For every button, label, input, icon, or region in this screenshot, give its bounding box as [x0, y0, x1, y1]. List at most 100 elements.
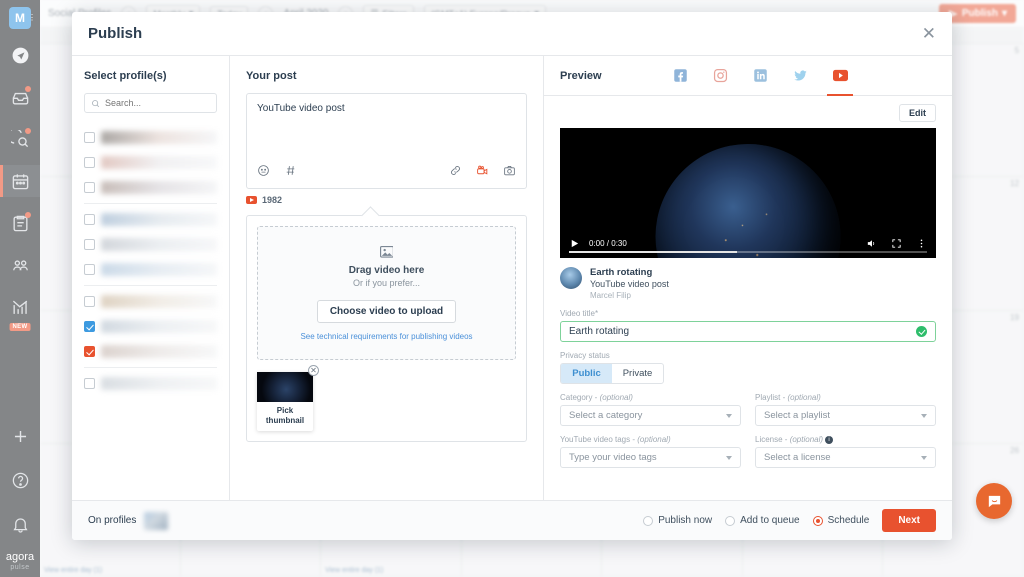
select-profiles-heading: Select profile(s): [84, 70, 167, 82]
preview-tab-instagram[interactable]: [700, 56, 740, 96]
facebook-icon: [673, 69, 687, 82]
privacy-status-field: Privacy status Public Private: [560, 351, 936, 384]
chevron-down-icon: [921, 413, 927, 418]
profile-name-redacted: [101, 131, 217, 144]
chevron-down-icon: [921, 455, 927, 460]
youtube-icon: [832, 69, 848, 82]
radio-publish-now[interactable]: [643, 515, 654, 526]
emoji-icon[interactable]: [257, 164, 270, 182]
radio-add-to-queue[interactable]: [725, 515, 736, 526]
selected-profile-avatars[interactable]: [144, 511, 169, 530]
char-count-value: 1982: [262, 195, 283, 205]
privacy-option-private[interactable]: Private: [612, 364, 663, 383]
profile-name-redacted: [101, 156, 217, 169]
profile-checkbox[interactable]: [84, 346, 95, 357]
video-title-preview: Earth rotating: [590, 267, 653, 278]
tags-optional: (optional): [637, 435, 671, 444]
license-placeholder: Select a license: [764, 452, 831, 463]
profile-list-item[interactable]: [84, 150, 217, 175]
category-field: Category - (optional) Select a category: [560, 393, 741, 426]
profile-checkbox[interactable]: [84, 378, 95, 389]
choose-video-button[interactable]: Choose video to upload: [316, 300, 457, 323]
profile-checkbox[interactable]: [84, 239, 95, 250]
preview-tab-facebook[interactable]: [660, 56, 700, 96]
edit-button[interactable]: Edit: [899, 104, 936, 122]
profile-search[interactable]: [84, 93, 217, 113]
tech-requirements-link[interactable]: See technical requirements for publishin…: [268, 332, 505, 341]
publish-now-option[interactable]: Publish now: [643, 515, 712, 526]
preview-heading: Preview: [560, 69, 602, 82]
more-options-icon[interactable]: [916, 238, 927, 249]
profile-name-redacted: [101, 263, 217, 276]
on-profiles-summary: On profiles: [88, 511, 169, 530]
profile-list-item[interactable]: [84, 232, 217, 257]
playlist-select[interactable]: Select a playlist: [755, 405, 936, 426]
fullscreen-icon[interactable]: [891, 238, 902, 249]
schedule-option[interactable]: Schedule: [812, 515, 869, 526]
video-progress-bar[interactable]: [569, 251, 927, 253]
hashtag-icon[interactable]: [284, 164, 297, 182]
profile-checkbox[interactable]: [84, 296, 95, 307]
support-chat-button[interactable]: [976, 483, 1012, 519]
image-placeholder-icon: [379, 245, 394, 258]
profile-list-item[interactable]: [84, 314, 217, 339]
modal-body: Select profile(s) Search... Your post Yo…: [72, 56, 952, 500]
tags-input[interactable]: Type your video tags: [560, 447, 741, 468]
radio-schedule[interactable]: [812, 515, 823, 526]
preview-tab-linkedin[interactable]: [740, 56, 780, 96]
remove-thumbnail-icon[interactable]: ✕: [308, 365, 319, 376]
tags-label: YouTube video tags -: [560, 435, 638, 444]
post-text[interactable]: YouTube video post: [247, 94, 526, 158]
category-label: Category -: [560, 393, 600, 402]
profile-list-item[interactable]: [84, 125, 217, 150]
profile-list-item[interactable]: [84, 339, 217, 364]
tags-field: YouTube video tags - (optional) Type you…: [560, 435, 741, 468]
composer-toolbar: [247, 158, 526, 188]
chat-bubble-icon: [988, 495, 1000, 507]
app-root: Social Profiles ‹ Monthly▾ Today ‹ April…: [0, 0, 1024, 577]
profile-list-item[interactable]: [84, 175, 217, 200]
privacy-toggle: Public Private: [560, 363, 664, 384]
camera-icon[interactable]: [503, 164, 516, 182]
profile-list-item[interactable]: [84, 207, 217, 232]
profile-checkbox[interactable]: [84, 182, 95, 193]
profile-list-item[interactable]: [84, 371, 217, 396]
profile-list-item[interactable]: [84, 257, 217, 282]
preview-tab-youtube[interactable]: [820, 56, 860, 96]
profile-name-redacted: [101, 295, 217, 308]
profile-checkbox[interactable]: [84, 157, 95, 168]
profile-checkbox[interactable]: [84, 321, 95, 332]
search-input[interactable]: [105, 98, 210, 108]
add-to-queue-option[interactable]: Add to queue: [725, 515, 800, 526]
thumbnail-card[interactable]: Pick thumbnail: [257, 372, 313, 431]
category-select[interactable]: Select a category: [560, 405, 741, 426]
play-icon[interactable]: [569, 238, 580, 249]
next-button[interactable]: Next: [882, 509, 936, 532]
privacy-status-label: Privacy status: [560, 351, 610, 360]
video-camera-icon[interactable]: [476, 164, 489, 182]
privacy-option-public[interactable]: Public: [561, 364, 612, 383]
volume-icon[interactable]: [866, 238, 877, 249]
video-title-input[interactable]: Earth rotating: [560, 321, 936, 342]
avatar: [560, 267, 582, 289]
video-title-field: Video title* Earth rotating: [560, 309, 936, 342]
profile-checkbox[interactable]: [84, 132, 95, 143]
close-icon[interactable]: ✕: [922, 25, 936, 42]
video-player[interactable]: 0:00 / 0:30: [560, 128, 936, 258]
profile-name-redacted: [101, 238, 217, 251]
post-composer[interactable]: YouTube video post: [246, 93, 527, 189]
video-dropzone[interactable]: Drag video here Or if you prefer... Choo…: [257, 226, 516, 360]
info-icon[interactable]: i: [825, 435, 834, 444]
playlist-placeholder: Select a playlist: [764, 410, 831, 421]
preview-panel: Preview Edit 0:00 / 0:30 Earth rotating …: [544, 56, 952, 500]
license-select[interactable]: Select a license: [755, 447, 936, 468]
your-post-panel: Your post YouTube video post 1982 Drag v…: [230, 56, 544, 500]
tags-placeholder: Type your video tags: [569, 452, 657, 463]
link-icon[interactable]: [449, 164, 462, 182]
preview-tab-twitter[interactable]: [780, 56, 820, 96]
linkedin-icon: [753, 69, 767, 82]
profile-list-item[interactable]: [84, 289, 217, 314]
profile-checkbox[interactable]: [84, 214, 95, 225]
profile-checkbox[interactable]: [84, 264, 95, 275]
license-optional: (optional): [789, 435, 824, 444]
